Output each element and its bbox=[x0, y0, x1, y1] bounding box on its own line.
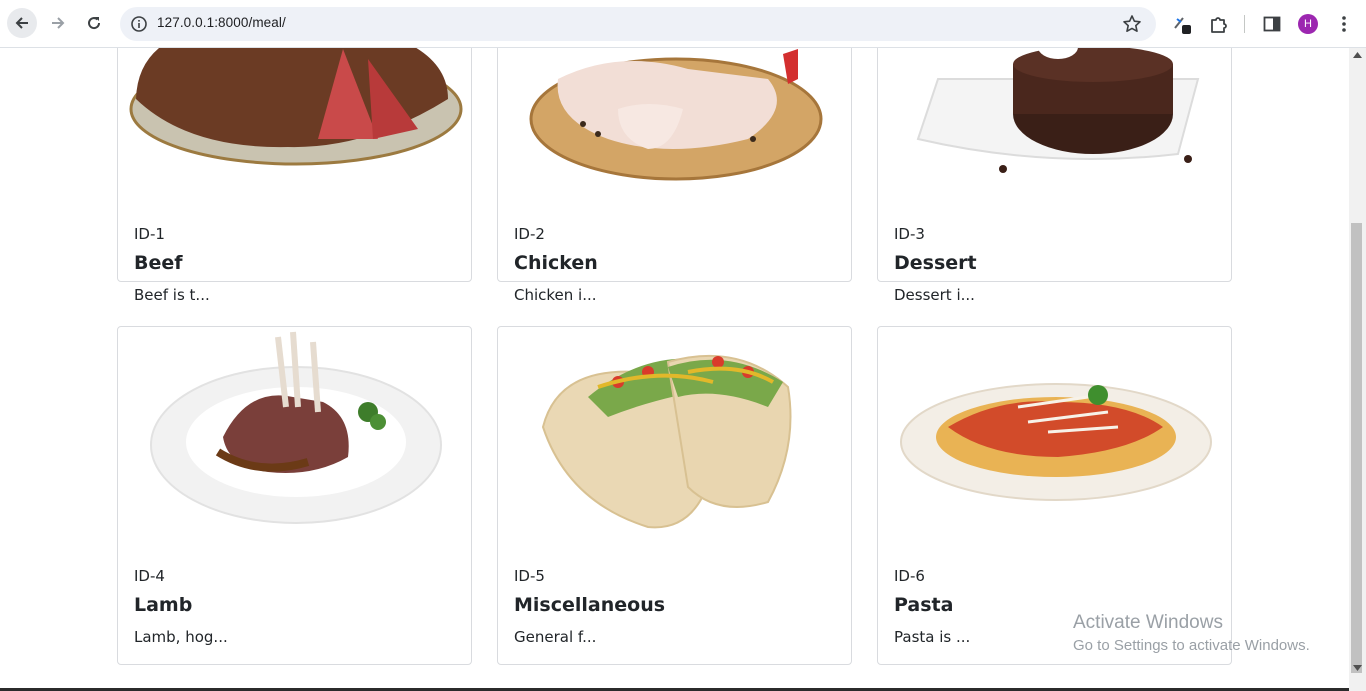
meal-card[interactable]: ID-3 Dessert Dessert i... bbox=[877, 48, 1232, 304]
meal-image bbox=[878, 327, 1231, 547]
meal-description: General f... bbox=[514, 628, 597, 646]
meal-name[interactable]: Miscellaneous bbox=[514, 594, 665, 616]
meal-name[interactable]: Chicken bbox=[514, 252, 598, 274]
meal-name[interactable]: Beef bbox=[134, 252, 183, 274]
forward-button[interactable] bbox=[43, 8, 73, 38]
meal-id: ID-6 bbox=[894, 567, 925, 585]
kebab-menu-icon[interactable] bbox=[1336, 14, 1352, 34]
meal-image bbox=[498, 327, 851, 547]
browser-toolbar: 127.0.0.1:8000/meal/ H bbox=[0, 0, 1366, 48]
page-content: ID-1 Beef Beef is t... ID-2 Chicken Chic… bbox=[0, 48, 1349, 691]
meal-description: Chicken i... bbox=[514, 286, 597, 304]
info-icon[interactable] bbox=[130, 15, 148, 33]
back-button[interactable] bbox=[7, 8, 37, 38]
meal-image bbox=[118, 48, 471, 219]
meal-id: ID-4 bbox=[134, 567, 165, 585]
meal-name[interactable]: Dessert bbox=[894, 252, 977, 274]
meal-image bbox=[878, 48, 1231, 219]
star-icon[interactable] bbox=[1122, 14, 1142, 34]
vertical-scrollbar[interactable] bbox=[1349, 48, 1366, 691]
meal-description: Pasta is ... bbox=[894, 628, 971, 646]
activation-watermark-title: Activate Windows bbox=[1073, 612, 1223, 633]
meal-id: ID-5 bbox=[514, 567, 545, 585]
meal-id: ID-2 bbox=[514, 225, 545, 243]
scroll-down-arrow-icon[interactable] bbox=[1353, 665, 1362, 671]
meal-image bbox=[498, 48, 851, 219]
puzzle-icon[interactable] bbox=[1208, 13, 1230, 35]
scrollbar-thumb[interactable] bbox=[1351, 223, 1362, 673]
url-text[interactable]: 127.0.0.1:8000/meal/ bbox=[157, 15, 286, 30]
arrow-left-icon bbox=[15, 17, 28, 29]
meal-card[interactable]: ID-4 Lamb Lamb, hog... bbox=[117, 326, 472, 665]
reload-button[interactable] bbox=[79, 8, 109, 38]
meal-id: ID-1 bbox=[134, 225, 165, 243]
meal-id: ID-3 bbox=[894, 225, 925, 243]
profile-avatar[interactable]: H bbox=[1298, 14, 1318, 34]
arrow-right-icon bbox=[52, 17, 65, 29]
meal-image bbox=[118, 327, 471, 547]
meal-name[interactable]: Pasta bbox=[894, 594, 953, 616]
reload-icon bbox=[88, 17, 101, 30]
extension-icon[interactable] bbox=[1172, 13, 1194, 35]
scroll-up-arrow-icon[interactable] bbox=[1353, 52, 1362, 58]
toolbar-separator bbox=[1244, 15, 1245, 33]
meal-description: Lamb, hog... bbox=[134, 628, 228, 646]
meal-description: Beef is t... bbox=[134, 286, 210, 304]
meal-name[interactable]: Lamb bbox=[134, 594, 192, 616]
meal-card[interactable]: ID-2 Chicken Chicken i... bbox=[497, 48, 852, 304]
meal-card[interactable]: ID-5 Miscellaneous General f... bbox=[497, 326, 852, 665]
side-panel-icon[interactable] bbox=[1262, 14, 1282, 34]
meal-description: Dessert i... bbox=[894, 286, 975, 304]
meal-card[interactable]: ID-1 Beef Beef is t... bbox=[117, 48, 472, 304]
address-bar[interactable]: 127.0.0.1:8000/meal/ bbox=[120, 7, 1156, 41]
activation-watermark-subtitle: Go to Settings to activate Windows. bbox=[1073, 637, 1310, 654]
